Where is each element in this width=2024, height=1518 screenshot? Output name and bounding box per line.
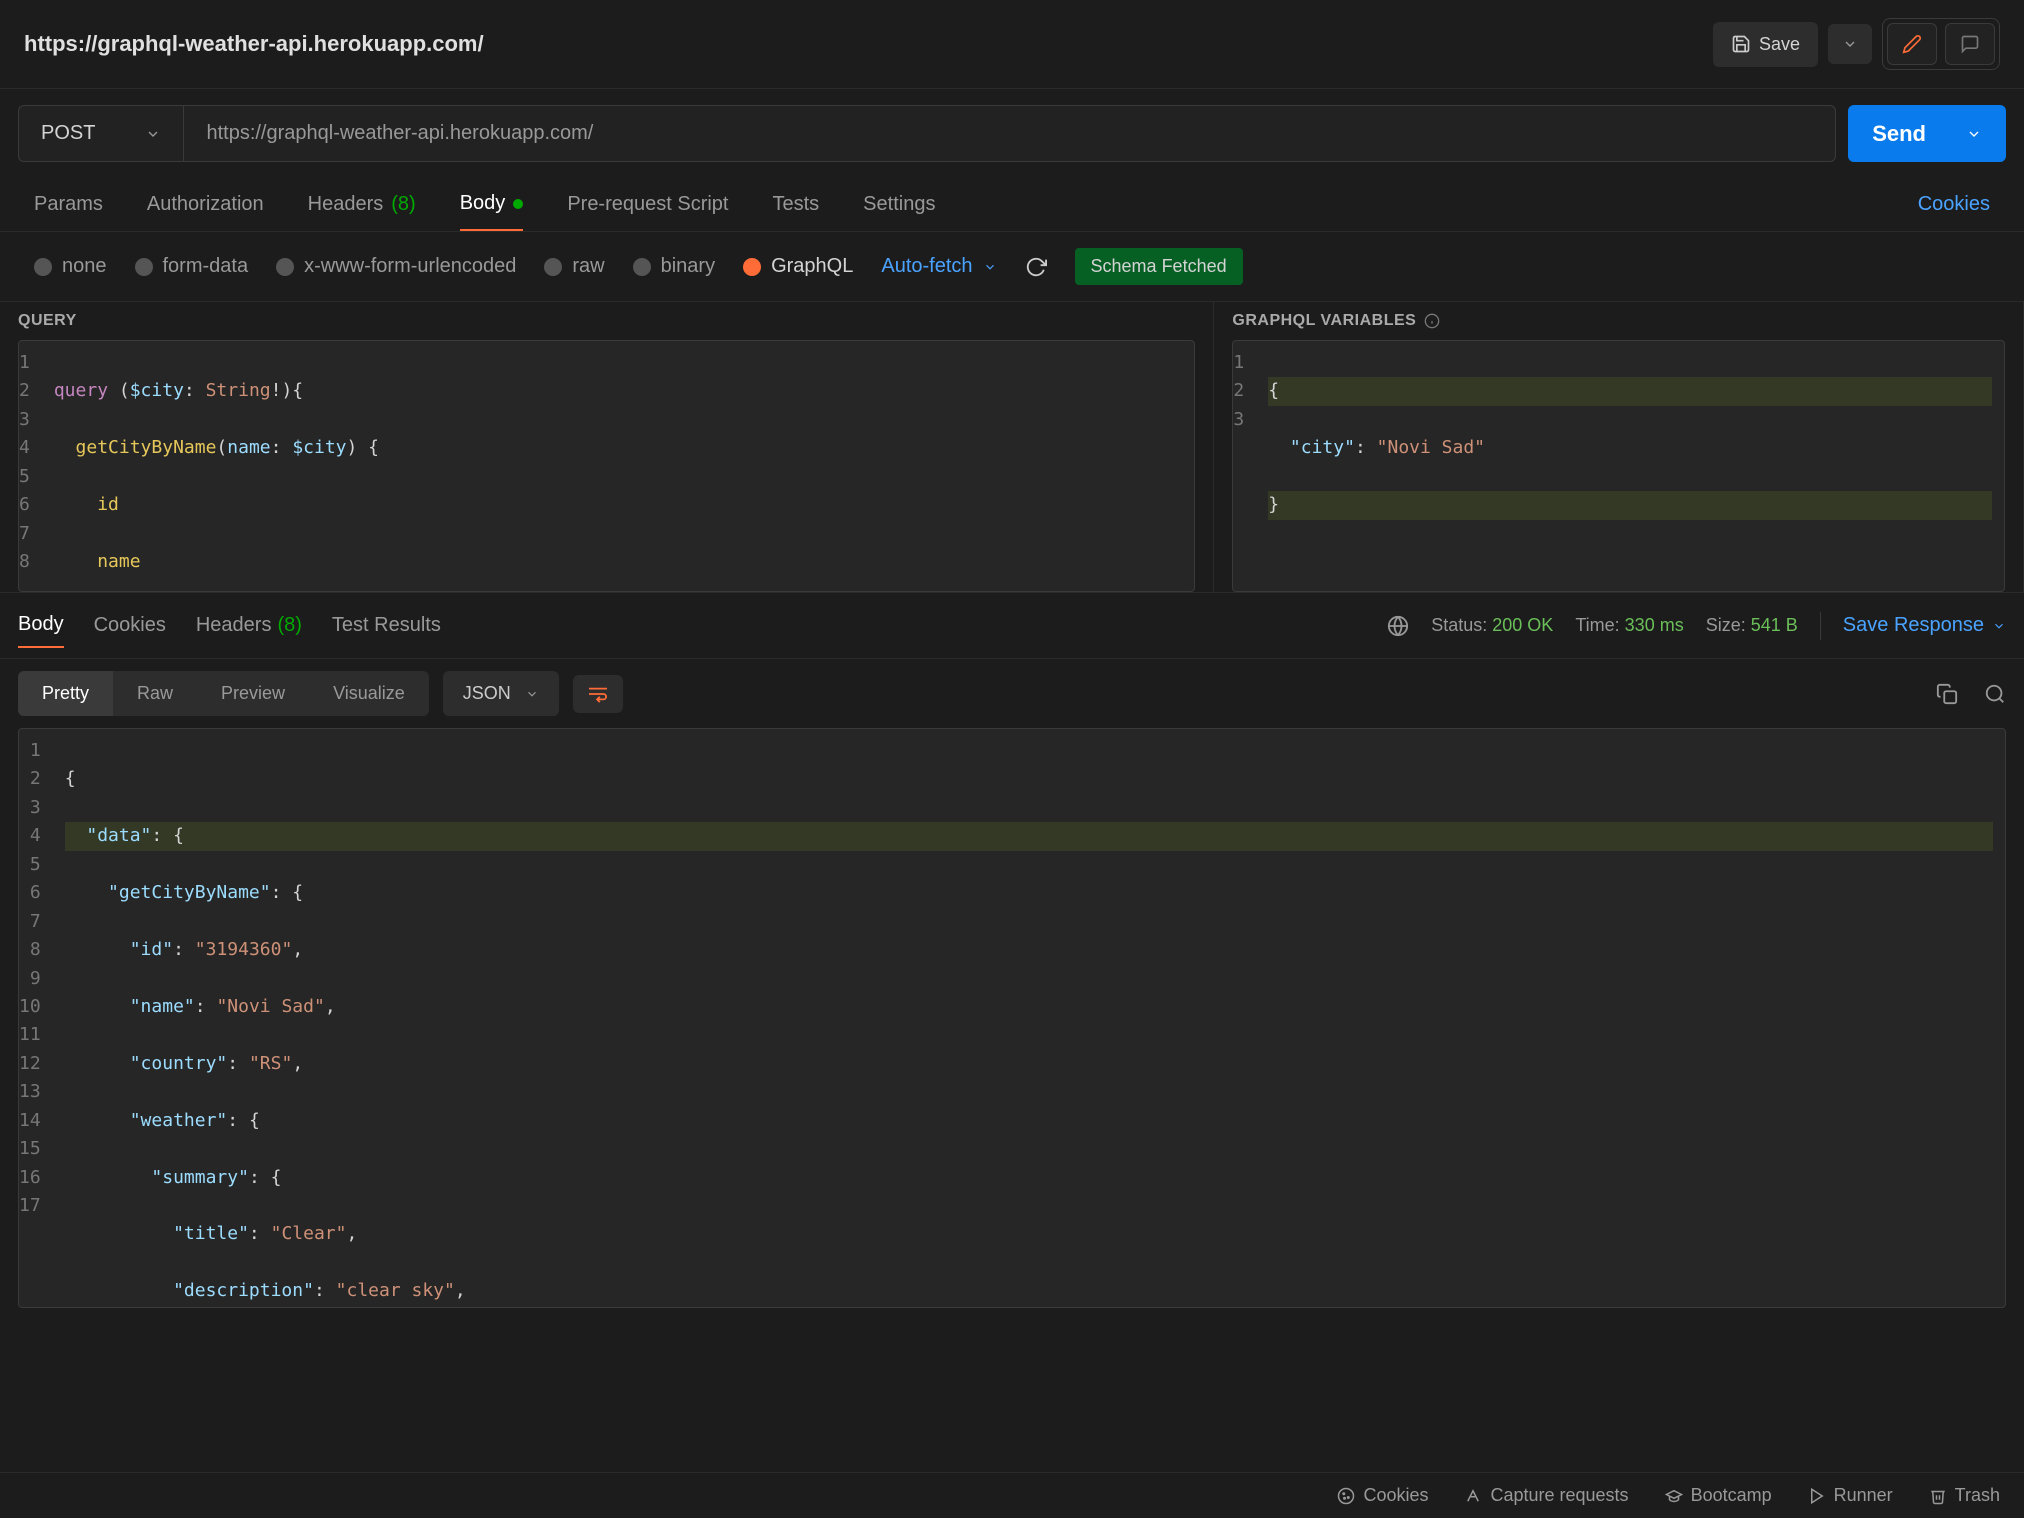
chevron-down-icon (983, 260, 997, 274)
response-headers-count: (8) (277, 614, 301, 637)
response-code: { "data": { "getCityByName": { "id": "31… (53, 729, 2005, 1307)
tab-authorization[interactable]: Authorization (147, 179, 264, 230)
url-input[interactable]: https://graphql-weather-api.herokuapp.co… (183, 105, 1836, 162)
radio-icon (544, 258, 562, 276)
schema-fetched-badge: Schema Fetched (1075, 248, 1243, 285)
radio-icon (135, 258, 153, 276)
comment-button[interactable] (1945, 23, 1995, 65)
body-type-urlencoded[interactable]: x-www-form-urlencoded (276, 255, 516, 278)
status-label: Status: (1431, 615, 1487, 635)
footer-runner[interactable]: Runner (1808, 1485, 1893, 1506)
response-tab-cookies[interactable]: Cookies (94, 604, 166, 647)
footer-bootcamp[interactable]: Bootcamp (1665, 1485, 1772, 1506)
query-editor[interactable]: 12345678 query ($city: String!){ getCity… (18, 340, 1195, 592)
copy-response-button[interactable] (1936, 683, 1958, 705)
globe-icon (1387, 615, 1409, 637)
variables-gutter: 123 (1233, 341, 1256, 591)
footer-capture[interactable]: Capture requests (1464, 1485, 1628, 1506)
chevron-down-icon (1966, 126, 1982, 142)
search-response-button[interactable] (1984, 683, 2006, 705)
play-icon (1808, 1487, 1826, 1505)
view-pretty[interactable]: Pretty (18, 671, 113, 716)
query-gutter: 12345678 (19, 341, 42, 591)
tab-pre-request[interactable]: Pre-request Script (567, 179, 728, 230)
view-preview[interactable]: Preview (197, 671, 309, 716)
body-type-graphql[interactable]: GraphQL (743, 255, 853, 278)
refresh-icon (1025, 256, 1047, 278)
headers-count: (8) (391, 193, 415, 216)
response-body-editor[interactable]: 1234567891011121314151617 { "data": { "g… (18, 728, 2006, 1308)
comment-icon (1960, 34, 1980, 54)
send-button[interactable]: Send (1848, 105, 2006, 162)
save-dropdown-button[interactable] (1828, 24, 1872, 64)
send-label: Send (1872, 121, 1926, 147)
method-label: POST (41, 122, 95, 145)
body-type-formdata[interactable]: form-data (135, 255, 249, 278)
tab-settings[interactable]: Settings (863, 179, 935, 230)
tab-body[interactable]: Body (460, 178, 524, 231)
request-tab-title: https://graphql-weather-api.herokuapp.co… (24, 31, 484, 57)
tab-tests[interactable]: Tests (772, 179, 819, 230)
view-raw[interactable]: Raw (113, 671, 197, 716)
chevron-down-icon (1842, 36, 1858, 52)
footer-trash[interactable]: Trash (1929, 1485, 2000, 1506)
footer-cookies[interactable]: Cookies (1337, 1485, 1428, 1506)
time-label: Time: (1575, 615, 1619, 635)
info-icon (1424, 313, 1440, 329)
trash-icon (1929, 1487, 1947, 1505)
size-label: Size: (1706, 615, 1746, 635)
body-type-raw[interactable]: raw (544, 255, 604, 278)
query-code[interactable]: query ($city: String!){ getCityByName(na… (42, 341, 1195, 591)
response-gutter: 1234567891011121314151617 (19, 729, 53, 1307)
edit-button[interactable] (1887, 23, 1937, 65)
modified-dot-icon (513, 199, 523, 209)
format-select[interactable]: JSON (443, 671, 559, 716)
response-tab-body[interactable]: Body (18, 603, 64, 648)
chevron-down-icon (145, 126, 161, 142)
variables-editor[interactable]: 123 { "city": "Novi Sad" } (1232, 340, 2005, 592)
radio-active-icon (743, 258, 761, 276)
body-type-binary[interactable]: binary (633, 255, 715, 278)
refresh-schema-button[interactable] (1025, 256, 1047, 278)
size-value: 541 B (1751, 615, 1798, 635)
tab-headers[interactable]: Headers (8) (308, 179, 416, 230)
wrap-icon (587, 685, 609, 703)
save-button[interactable]: Save (1713, 22, 1818, 67)
graduation-icon (1665, 1487, 1683, 1505)
wrap-lines-button[interactable] (573, 675, 623, 713)
body-label: Body (460, 192, 506, 215)
headers-label: Headers (308, 193, 384, 216)
body-type-none[interactable]: none (34, 255, 107, 278)
copy-icon (1936, 683, 1958, 705)
method-select[interactable]: POST (18, 105, 183, 162)
tab-params[interactable]: Params (34, 179, 103, 230)
cookies-link[interactable]: Cookies (1918, 179, 1990, 230)
chevron-down-icon (525, 687, 539, 701)
variables-code[interactable]: { "city": "Novi Sad" } (1256, 341, 2004, 591)
auto-fetch-dropdown[interactable]: Auto-fetch (881, 255, 996, 278)
search-icon (1984, 683, 2006, 705)
cookie-icon (1337, 1487, 1355, 1505)
pencil-icon (1902, 34, 1922, 54)
view-visualize[interactable]: Visualize (309, 671, 429, 716)
time-value: 330 ms (1625, 615, 1684, 635)
response-tab-test-results[interactable]: Test Results (332, 604, 441, 647)
save-icon (1731, 34, 1751, 54)
radio-icon (633, 258, 651, 276)
query-header: QUERY (0, 302, 1213, 340)
save-response-dropdown[interactable]: Save Response (1843, 614, 2006, 637)
save-label: Save (1759, 34, 1800, 55)
response-tab-headers[interactable]: Headers (8) (196, 604, 302, 647)
antenna-icon (1464, 1487, 1482, 1505)
variables-header: GRAPHQL VARIABLES (1214, 302, 2023, 340)
radio-icon (276, 258, 294, 276)
radio-icon (34, 258, 52, 276)
chevron-down-icon (1992, 619, 2006, 633)
status-value: 200 OK (1492, 615, 1553, 635)
